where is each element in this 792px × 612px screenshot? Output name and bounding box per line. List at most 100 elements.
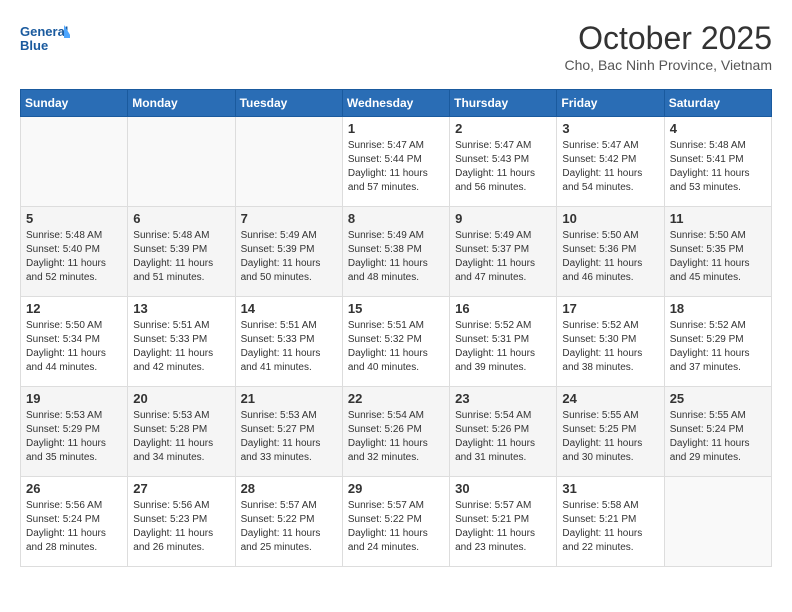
day-info: Sunrise: 5:55 AM Sunset: 5:24 PM Dayligh… (670, 409, 766, 465)
col-saturday: Saturday (664, 90, 771, 117)
col-tuesday: Tuesday (235, 90, 342, 117)
table-row: 8 Sunrise: 5:49 AM Sunset: 5:38 PM Daylig… (342, 207, 449, 297)
day-info: Sunrise: 5:52 AM Sunset: 5:30 PM Dayligh… (562, 319, 658, 375)
table-row: 6Sunrise: 5:48 AM Sunset: 5:39 PM Daylig… (128, 207, 235, 297)
table-row: 15 Sunrise: 5:51 AM Sunset: 5:32 PM Dayli… (342, 297, 449, 387)
day-info: Sunrise: 5:51 AM Sunset: 5:33 PM Dayligh… (241, 319, 337, 375)
day-info: Sunrise: 5:53 AM Sunset: 5:27 PM Dayligh… (241, 409, 337, 465)
day-info: Sunrise: 5:47 AM Sunset: 5:43 PM Dayligh… (455, 139, 551, 195)
day-number: 9 (455, 211, 551, 226)
col-thursday: Thursday (450, 90, 557, 117)
day-info: Sunrise: 5:50 AM Sunset: 5:36 PM Dayligh… (562, 229, 658, 285)
day-info: Sunrise: 5:50 AM Sunset: 5:34 PM Dayligh… (26, 319, 122, 375)
calendar-header-row: Sunday Monday Tuesday Wednesday Thursday… (21, 90, 772, 117)
svg-text:Blue: Blue (20, 38, 48, 53)
day-info: Sunrise: 5:57 AM Sunset: 5:22 PM Dayligh… (348, 499, 444, 555)
table-row: 14 Sunrise: 5:51 AM Sunset: 5:33 PM Dayli… (235, 297, 342, 387)
calendar-week-2: 5 Sunrise: 5:48 AM Sunset: 5:40 PM Daylig… (21, 207, 772, 297)
table-row: 4 Sunrise: 5:48 AM Sunset: 5:41 PM Daylig… (664, 117, 771, 207)
table-row: 24Sunrise: 5:55 AM Sunset: 5:25 PM Dayli… (557, 387, 664, 477)
day-number: 1 (348, 121, 444, 136)
day-info: Sunrise: 5:50 AM Sunset: 5:35 PM Dayligh… (670, 229, 766, 285)
day-number: 16 (455, 301, 551, 316)
day-number: 23 (455, 391, 551, 406)
table-row (21, 117, 128, 207)
day-number: 15 (348, 301, 444, 316)
table-row (664, 477, 771, 567)
day-number: 21 (241, 391, 337, 406)
day-info: Sunrise: 5:52 AM Sunset: 5:31 PM Dayligh… (455, 319, 551, 375)
day-number: 6 (133, 211, 229, 226)
calendar-week-5: 26 Sunrise: 5:56 AM Sunset: 5:24 PM Dayli… (21, 477, 772, 567)
col-monday: Monday (128, 90, 235, 117)
day-number: 2 (455, 121, 551, 136)
day-number: 27 (133, 481, 229, 496)
col-friday: Friday (557, 90, 664, 117)
day-number: 4 (670, 121, 766, 136)
day-number: 25 (670, 391, 766, 406)
day-info: Sunrise: 5:53 AM Sunset: 5:29 PM Dayligh… (26, 409, 122, 465)
col-sunday: Sunday (21, 90, 128, 117)
month-title: October 2025 (564, 20, 772, 57)
day-info: Sunrise: 5:49 AM Sunset: 5:38 PM Dayligh… (348, 229, 444, 285)
table-row: 11Sunrise: 5:50 AM Sunset: 5:35 PM Dayli… (664, 207, 771, 297)
day-info: Sunrise: 5:49 AM Sunset: 5:39 PM Dayligh… (241, 229, 337, 285)
day-info: Sunrise: 5:51 AM Sunset: 5:33 PM Dayligh… (133, 319, 229, 375)
day-number: 18 (670, 301, 766, 316)
day-number: 5 (26, 211, 122, 226)
day-info: Sunrise: 5:54 AM Sunset: 5:26 PM Dayligh… (455, 409, 551, 465)
svg-text:General: General (20, 24, 68, 39)
table-row: 25 Sunrise: 5:55 AM Sunset: 5:24 PM Dayli… (664, 387, 771, 477)
day-info: Sunrise: 5:48 AM Sunset: 5:41 PM Dayligh… (670, 139, 766, 195)
day-number: 8 (348, 211, 444, 226)
table-row: 3Sunrise: 5:47 AM Sunset: 5:42 PM Daylig… (557, 117, 664, 207)
day-info: Sunrise: 5:53 AM Sunset: 5:28 PM Dayligh… (133, 409, 229, 465)
table-row: 22 Sunrise: 5:54 AM Sunset: 5:26 PM Dayli… (342, 387, 449, 477)
day-info: Sunrise: 5:51 AM Sunset: 5:32 PM Dayligh… (348, 319, 444, 375)
table-row: 31 Sunrise: 5:58 AM Sunset: 5:21 PM Dayli… (557, 477, 664, 567)
table-row (128, 117, 235, 207)
day-number: 7 (241, 211, 337, 226)
table-row: 12Sunrise: 5:50 AM Sunset: 5:34 PM Dayli… (21, 297, 128, 387)
day-info: Sunrise: 5:49 AM Sunset: 5:37 PM Dayligh… (455, 229, 551, 285)
day-number: 19 (26, 391, 122, 406)
table-row: 21 Sunrise: 5:53 AM Sunset: 5:27 PM Dayli… (235, 387, 342, 477)
table-row: 18 Sunrise: 5:52 AM Sunset: 5:29 PM Dayli… (664, 297, 771, 387)
table-row: 7 Sunrise: 5:49 AM Sunset: 5:39 PM Daylig… (235, 207, 342, 297)
day-info: Sunrise: 5:56 AM Sunset: 5:24 PM Dayligh… (26, 499, 122, 555)
day-number: 29 (348, 481, 444, 496)
day-number: 17 (562, 301, 658, 316)
table-row: 2 Sunrise: 5:47 AM Sunset: 5:43 PM Daylig… (450, 117, 557, 207)
day-info: Sunrise: 5:58 AM Sunset: 5:21 PM Dayligh… (562, 499, 658, 555)
location-subtitle: Cho, Bac Ninh Province, Vietnam (564, 57, 772, 73)
col-wednesday: Wednesday (342, 90, 449, 117)
table-row: 26 Sunrise: 5:56 AM Sunset: 5:24 PM Dayli… (21, 477, 128, 567)
table-row: 30Sunrise: 5:57 AM Sunset: 5:21 PM Dayli… (450, 477, 557, 567)
table-row: 10Sunrise: 5:50 AM Sunset: 5:36 PM Dayli… (557, 207, 664, 297)
day-info: Sunrise: 5:55 AM Sunset: 5:25 PM Dayligh… (562, 409, 658, 465)
calendar-week-1: 1 Sunrise: 5:47 AM Sunset: 5:44 PM Daylig… (21, 117, 772, 207)
table-row: 1 Sunrise: 5:47 AM Sunset: 5:44 PM Daylig… (342, 117, 449, 207)
day-number: 31 (562, 481, 658, 496)
day-info: Sunrise: 5:57 AM Sunset: 5:21 PM Dayligh… (455, 499, 551, 555)
day-info: Sunrise: 5:57 AM Sunset: 5:22 PM Dayligh… (241, 499, 337, 555)
day-number: 13 (133, 301, 229, 316)
calendar-week-4: 19 Sunrise: 5:53 AM Sunset: 5:29 PM Dayli… (21, 387, 772, 477)
day-info: Sunrise: 5:54 AM Sunset: 5:26 PM Dayligh… (348, 409, 444, 465)
logo: General Blue (20, 20, 70, 60)
page-header: General Blue October 2025 Cho, Bac Ninh … (20, 20, 772, 73)
day-number: 26 (26, 481, 122, 496)
table-row: 9 Sunrise: 5:49 AM Sunset: 5:37 PM Daylig… (450, 207, 557, 297)
table-row (235, 117, 342, 207)
table-row: 16 Sunrise: 5:52 AM Sunset: 5:31 PM Dayli… (450, 297, 557, 387)
day-info: Sunrise: 5:48 AM Sunset: 5:40 PM Dayligh… (26, 229, 122, 285)
day-number: 22 (348, 391, 444, 406)
table-row: 20 Sunrise: 5:53 AM Sunset: 5:28 PM Dayli… (128, 387, 235, 477)
day-number: 14 (241, 301, 337, 316)
day-info: Sunrise: 5:47 AM Sunset: 5:42 PM Dayligh… (562, 139, 658, 195)
day-info: Sunrise: 5:47 AM Sunset: 5:44 PM Dayligh… (348, 139, 444, 195)
day-info: Sunrise: 5:52 AM Sunset: 5:29 PM Dayligh… (670, 319, 766, 375)
table-row: 23 Sunrise: 5:54 AM Sunset: 5:26 PM Dayli… (450, 387, 557, 477)
day-number: 20 (133, 391, 229, 406)
day-number: 28 (241, 481, 337, 496)
